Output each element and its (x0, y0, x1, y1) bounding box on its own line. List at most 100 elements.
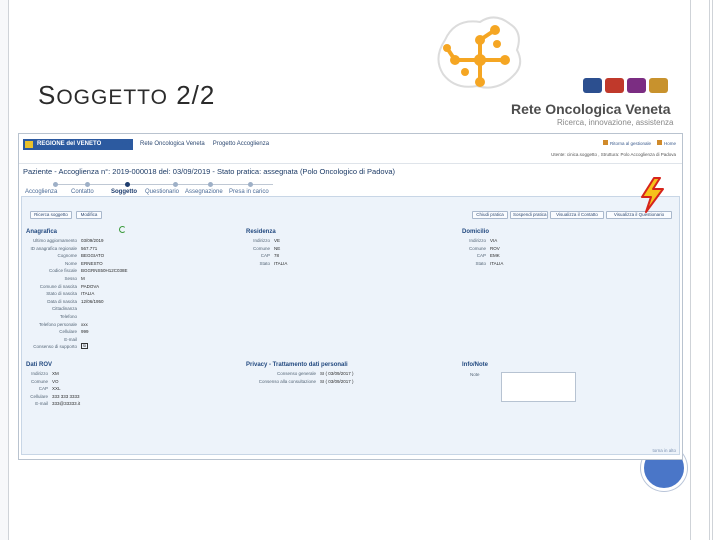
slide-right-border (690, 0, 710, 540)
domicilio-row: Indirizzo VIA (466, 237, 503, 245)
dati-rov-row: E-mail 333@33333.it (28, 400, 80, 408)
back-icon (602, 140, 608, 145)
residenza-key: Indirizzo (253, 238, 270, 243)
slide-right-line (712, 0, 713, 540)
dati-rov-row: Indirizzo XM (28, 370, 80, 378)
nav-item-rete[interactable]: Rete Oncologica Veneta (140, 141, 205, 147)
dati-rov-value: XXL (52, 386, 61, 392)
residenza-key: CAP (260, 253, 270, 259)
step-dot-active (125, 182, 130, 187)
step-dot (173, 182, 178, 187)
step-dot (208, 182, 213, 187)
app-screenshot: REGIONE del VENETO ROV Rete Oncologica V… (18, 133, 683, 460)
app-topbar: REGIONE del VENETO ROV Rete Oncologica V… (19, 134, 682, 164)
step-presa-in-carico[interactable]: Presa in carico (229, 189, 269, 195)
dati-rov-key: Cellulare (30, 393, 48, 399)
step-questionario[interactable]: Questionario (145, 189, 179, 195)
domicilio-value: ITALIA (490, 260, 504, 266)
anagrafica-list: Ultimo aggiornamento 03/09/2019 ID anagraf… (26, 237, 128, 351)
anagrafica-value: ITALIA (81, 291, 95, 297)
slide-title: SOGGETTO 2/2 (38, 80, 215, 111)
anagrafica-key: Cittadinanza (51, 306, 77, 312)
anagrafica-row: Telefono personale xxx (26, 321, 128, 329)
domicilio-row: Comune ROV (466, 245, 503, 253)
consent-checkbox-icon[interactable]: SI (81, 343, 88, 350)
residenza-row: Comune NE (250, 245, 287, 253)
anagrafica-row: Data di nascita 12/06/1950 (26, 298, 128, 306)
app-top-nav: ROV Rete Oncologica Veneta Progetto Acco… (119, 141, 269, 147)
rov-logo-icon (437, 16, 522, 89)
anagrafica-row: E-mail (26, 336, 128, 344)
region-logo[interactable]: REGIONE del VENETO (23, 139, 133, 150)
dati-rov-key: Comune (30, 378, 48, 384)
residenza-value: VE (274, 238, 281, 243)
info-title: Info/Note (462, 362, 488, 368)
dati-rov-key: Indirizzo (31, 371, 48, 376)
anagrafica-row: Telefono (26, 313, 128, 321)
step-dot (85, 182, 90, 187)
anagrafica-key: E-mail (64, 336, 77, 342)
anagrafica-value: PADOVA (81, 283, 100, 289)
workflow-steps: Accoglienza Contatto Soggetto Questionar… (23, 179, 323, 195)
step-accoglienza[interactable]: Accoglienza (25, 189, 57, 195)
anagrafica-key: Nome (64, 260, 77, 266)
dati-rov-key: E-mail (35, 401, 48, 407)
anagrafica-key: Telefono (59, 313, 77, 319)
privacy-list: Consenso generale SI ( 03/09/2017 ) Consen… (250, 370, 354, 385)
partner-logos (583, 78, 668, 93)
notes-textarea[interactable] (501, 372, 576, 402)
anagrafica-key: Codice fiscale (48, 268, 77, 274)
note-label-row: Note (470, 371, 484, 379)
anagrafica-value: BEGGIATO (81, 253, 105, 259)
dati-rov-value: 333@33333.it (52, 401, 81, 407)
step-dot (53, 182, 58, 187)
back-to-top-link[interactable]: torna in alto (652, 448, 676, 453)
step-assegnazione[interactable]: Assegnazione (185, 189, 223, 195)
residenza-value: 78 (274, 253, 280, 259)
refresh-icon[interactable] (119, 226, 126, 233)
partner-logo-icon (583, 78, 602, 93)
nav-item-rov[interactable]: ROV (119, 141, 132, 147)
step-soggetto[interactable]: Soggetto (111, 189, 137, 195)
nav-item-progetto[interactable]: Progetto Accoglienza (213, 141, 269, 147)
search-subject-button[interactable]: Ricerca soggetto (30, 211, 72, 219)
subject-panel: Ricerca soggetto Modifica Chiudi pratica… (21, 196, 680, 455)
anagrafica-key: Sesso (64, 275, 77, 281)
residenza-row: Indirizzo VE (250, 237, 287, 245)
view-contact-button[interactable]: Visualizza il Contatto (550, 211, 604, 219)
user-info: Utente: cinica.soggetto , Struttura: Pol… (551, 152, 676, 157)
residenza-list: Indirizzo VE Comune NE CAP 78 Stato ITALIA (250, 237, 287, 267)
anagrafica-key: Ultimo aggiornamento (32, 238, 77, 243)
back-to-management-link[interactable]: Ritorna al gestionale (602, 140, 651, 146)
dati-rov-row: CAP XXL (28, 385, 80, 393)
residenza-title: Residenza (246, 229, 276, 235)
dati-rov-key: CAP (38, 386, 48, 392)
domicilio-value: VIA (490, 238, 498, 243)
close-practice-button[interactable]: Chiudi pratica (472, 211, 508, 219)
dati-rov-value: XM (52, 371, 59, 376)
practice-title: Paziente - Accoglienza n°: 2019-000018 d… (23, 167, 395, 176)
home-link[interactable]: Home (656, 140, 676, 146)
slide-title-rest: OGGETTO (56, 86, 168, 109)
anagrafica-value: 03/09/2019 (81, 238, 104, 243)
residenza-value: ITALIA (274, 260, 288, 266)
step-contatto[interactable]: Contatto (71, 189, 94, 195)
anagrafica-value: 12/06/1950 (81, 298, 104, 304)
domicilio-list: Indirizzo VIA Comune ROV CAP EMK Stato ITALIA (466, 237, 503, 267)
brand-tagline: Ricerca, innovazione, assistenza (557, 118, 674, 127)
domicilio-key: Comune (468, 245, 486, 251)
domicilio-key: Indirizzo (469, 238, 486, 243)
anagrafica-key: Consenso di supporto (33, 344, 77, 350)
residenza-row: Stato ITALIA (250, 260, 287, 268)
privacy-key: Consenso generale (276, 371, 316, 376)
privacy-value: SI ( 03/09/2017 ) (320, 378, 354, 384)
dati-rov-title: Dati ROV (26, 362, 53, 368)
domicilio-row: Stato ITALIA (466, 260, 503, 268)
anagrafica-row: Ultimo aggiornamento 03/09/2019 (26, 237, 128, 245)
edit-button[interactable]: Modifica (76, 211, 102, 219)
partner-logo-icon (649, 78, 668, 93)
domicilio-title: Domicilio (462, 229, 490, 235)
suspend-practice-button[interactable]: Sospendi pratica (510, 211, 548, 219)
partner-logo-icon (605, 78, 624, 93)
residenza-row: CAP 78 (250, 252, 287, 260)
